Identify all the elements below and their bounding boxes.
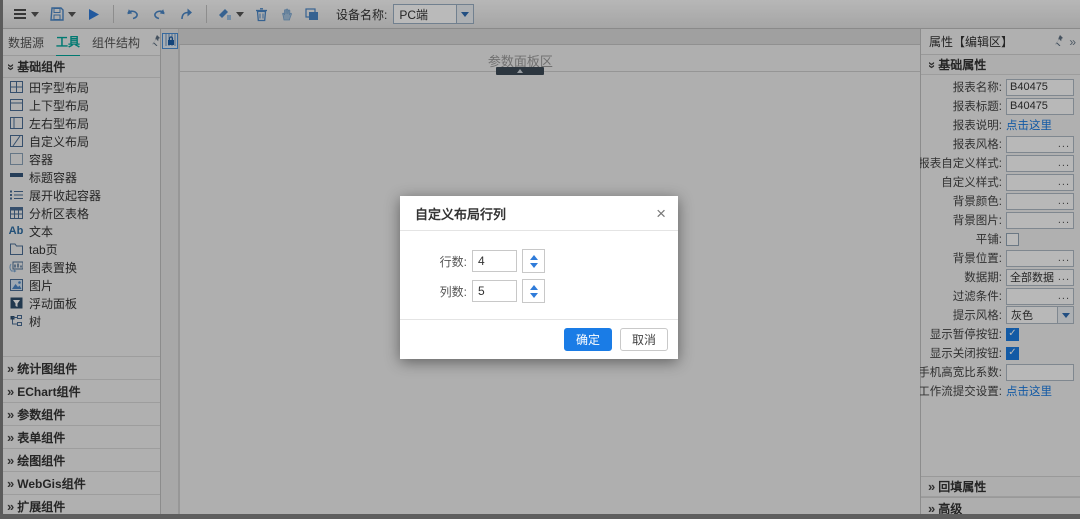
custom-layout-dialog: 自定义布局行列 × 行数: 列数: 确定 取消	[400, 196, 678, 359]
ok-button[interactable]: 确定	[564, 328, 612, 351]
chevron-up-icon	[530, 251, 538, 260]
rows-stepper-down[interactable]	[523, 261, 544, 272]
dialog-title: 自定义布局行列	[415, 204, 506, 223]
cols-input[interactable]	[472, 280, 517, 302]
chevron-down-icon	[530, 263, 538, 272]
cols-stepper-down[interactable]	[523, 291, 544, 302]
cancel-button[interactable]: 取消	[620, 328, 668, 351]
rows-label: 行数:	[433, 253, 467, 270]
cols-stepper	[522, 279, 545, 303]
close-icon[interactable]: ×	[656, 205, 666, 222]
rows-input[interactable]	[472, 250, 517, 272]
cols-field-row: 列数:	[433, 279, 678, 303]
chevron-down-icon	[530, 293, 538, 302]
chevron-up-icon	[530, 281, 538, 290]
rows-stepper	[522, 249, 545, 273]
dialog-body: 行数: 列数:	[400, 231, 678, 319]
cols-stepper-up[interactable]	[523, 280, 544, 291]
rows-stepper-up[interactable]	[523, 250, 544, 261]
rows-field-row: 行数:	[433, 249, 678, 273]
dialog-header: 自定义布局行列 ×	[400, 196, 678, 231]
dialog-footer: 确定 取消	[400, 319, 678, 359]
cols-label: 列数:	[433, 283, 467, 300]
